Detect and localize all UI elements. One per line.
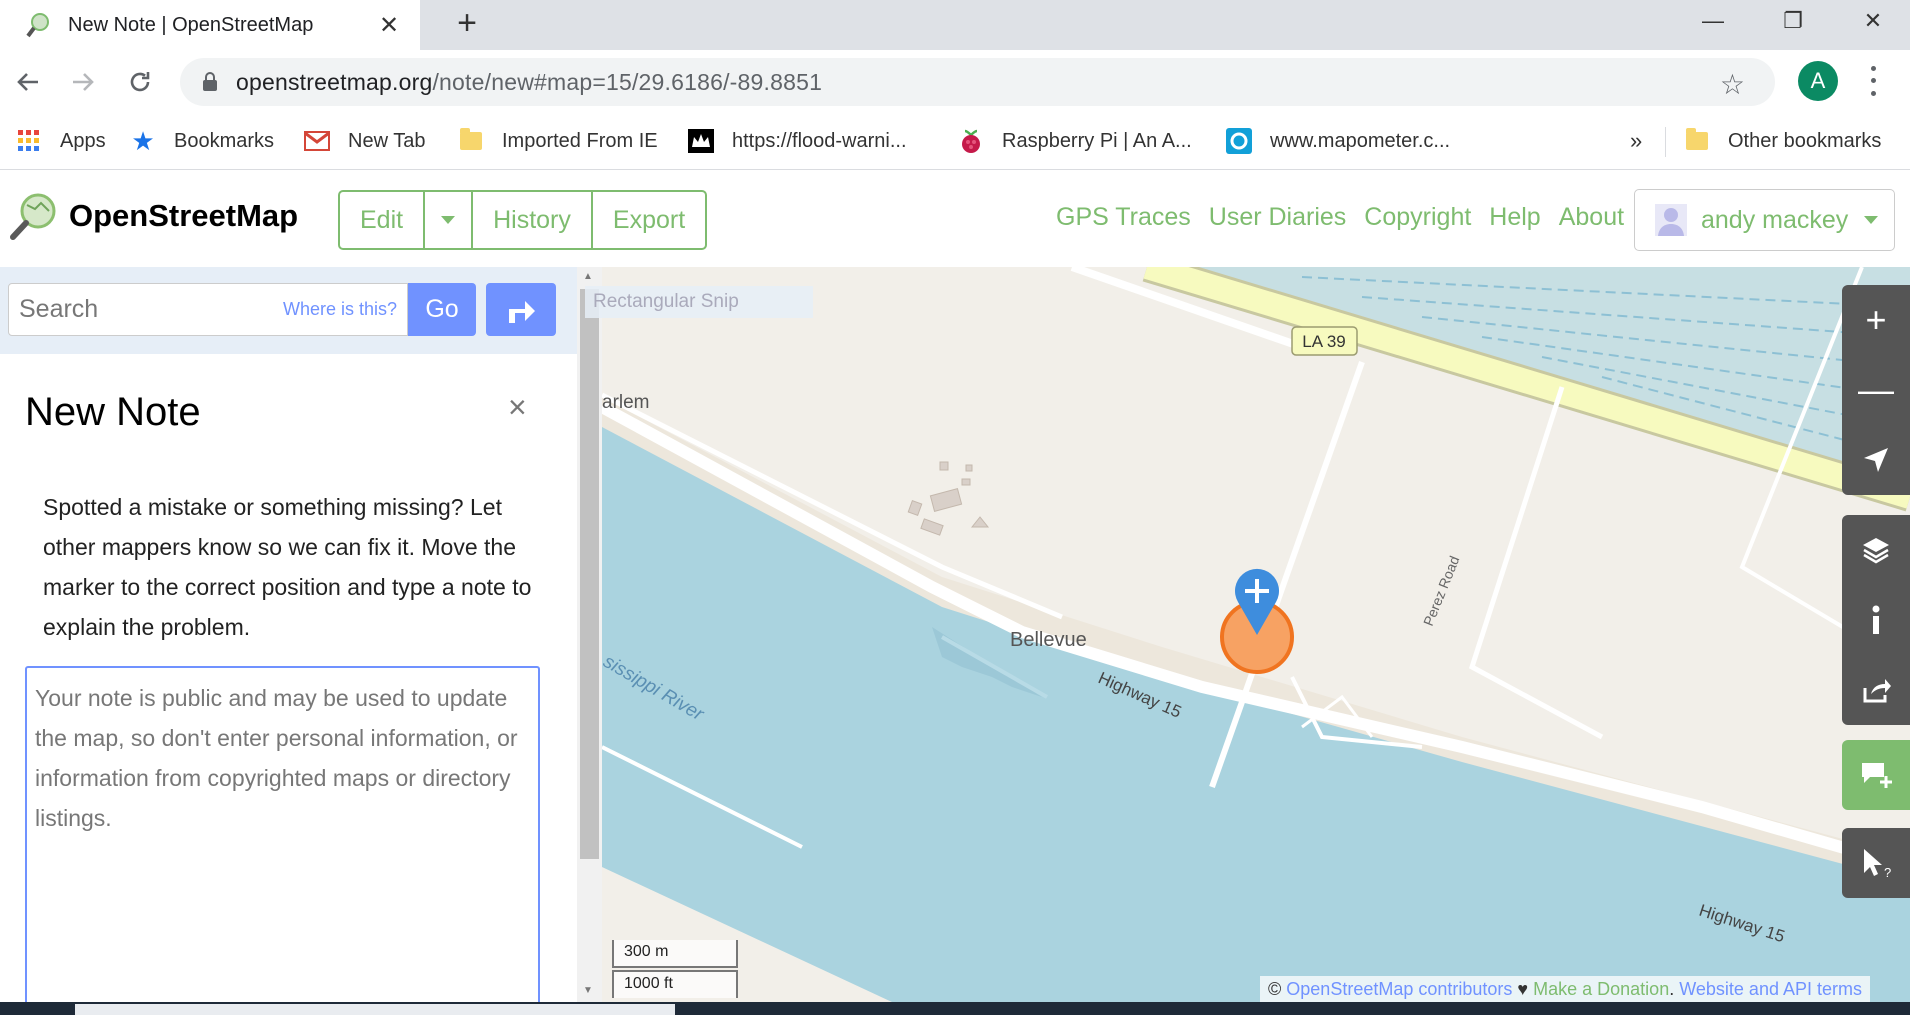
sidebar-scrollbar[interactable]: ▲ ▼ [577, 267, 602, 1002]
sidebar: Search Where is this? Go New Note × Spot… [0, 267, 602, 1006]
map-label-perez-road: Perez Road [1420, 554, 1463, 629]
edit-button[interactable]: Edit [340, 192, 426, 248]
scroll-up-arrow-icon[interactable]: ▲ [583, 271, 593, 282]
where-is-this-link[interactable]: Where is this? [283, 299, 397, 320]
os-taskbar [0, 1002, 1910, 1015]
restore-icon[interactable]: ❐ [1763, 2, 1823, 40]
rectangular-snip-overlay: Rectangular Snip [585, 286, 813, 318]
nav-user-diaries[interactable]: User Diaries [1209, 203, 1347, 232]
show-my-location-icon[interactable] [1842, 425, 1910, 495]
star-icon: ★ [131, 125, 155, 156]
go-button[interactable]: Go [408, 283, 476, 336]
zoom-out-icon[interactable]: — [1842, 355, 1910, 425]
bookmarks-bar: Apps ★ Bookmarks New Tab Imported From I… [0, 113, 1910, 170]
bookmarks-overflow-chevron-icon[interactable]: » [1630, 125, 1642, 157]
bookmark-mapometer[interactable]: www.mapometer.c... [1226, 125, 1450, 157]
export-button[interactable]: Export [593, 192, 705, 248]
directions-arrow-icon [509, 300, 535, 323]
map-key-info-icon[interactable] [1842, 585, 1910, 655]
address-bar[interactable]: openstreetmap.org/note/new#map=15/29.618… [180, 58, 1775, 106]
user-menu-button[interactable]: andy mackey [1634, 189, 1895, 251]
osm-contributors-link[interactable]: OpenStreetMap contributors [1286, 979, 1512, 1000]
nav-about[interactable]: About [1559, 203, 1624, 232]
folder-icon [458, 128, 484, 154]
back-arrow-icon[interactable] [10, 64, 46, 100]
osm-favicon-icon [26, 12, 52, 38]
scroll-down-arrow-icon[interactable]: ▼ [583, 985, 593, 996]
terms-link[interactable]: Website and API terms [1679, 979, 1862, 1000]
user-avatar-icon [1655, 204, 1687, 236]
url-text: openstreetmap.org/note/new#map=15/29.618… [236, 68, 823, 95]
browser-tab-strip: New Note | OpenStreetMap ✕ + — ❐ ✕ [0, 0, 1910, 50]
browser-toolbar: openstreetmap.org/note/new#map=15/29.618… [0, 50, 1910, 113]
edit-button-group: Edit History Export [338, 190, 708, 250]
tab-close-icon[interactable]: ✕ [374, 11, 404, 40]
tab-title: New Note | OpenStreetMap [68, 13, 314, 36]
browser-tab[interactable]: New Note | OpenStreetMap ✕ [0, 0, 420, 50]
browser-menu-icon[interactable] [1858, 62, 1888, 100]
bookmark-apps[interactable]: Apps [16, 125, 106, 157]
close-icon[interactable]: × [508, 389, 527, 426]
note-instructions: Spotted a mistake or something missing? … [43, 494, 532, 640]
edit-dropdown-button[interactable] [425, 192, 474, 248]
raspberry-icon [958, 128, 984, 154]
profile-avatar[interactable]: A [1798, 61, 1838, 101]
svg-text:?: ? [1884, 865, 1891, 879]
nav-gps-traces[interactable]: GPS Traces [1056, 203, 1191, 232]
osm-magnifier-logo-icon [10, 193, 56, 240]
add-note-icon[interactable] [1842, 740, 1910, 810]
gmail-icon [304, 128, 330, 154]
nav-help[interactable]: Help [1489, 203, 1540, 232]
map-label-la39: LA 39 [1302, 332, 1346, 351]
search-bar: Search Where is this? Go [0, 267, 577, 354]
taskbar-item[interactable] [75, 1004, 675, 1015]
bookmarks-divider [1665, 127, 1666, 157]
bookmark-imported-from-ie[interactable]: Imported From IE [458, 125, 658, 157]
bookmark-other-bookmarks[interactable]: Other bookmarks [1684, 125, 1881, 157]
page-title: New Note [25, 390, 201, 434]
new-tab-plus-icon[interactable]: + [447, 4, 487, 43]
lock-icon [202, 72, 218, 92]
map-canvas[interactable]: LA 39 arlem Bellevue Highway 15 Highway … [602, 267, 1910, 1002]
search-input[interactable]: Search Where is this? [8, 283, 408, 336]
nav-copyright[interactable]: Copyright [1364, 203, 1471, 232]
share-icon[interactable] [1842, 655, 1910, 725]
mapometer-icon [1226, 128, 1252, 154]
username: andy mackey [1701, 205, 1849, 234]
history-button[interactable]: History [473, 192, 593, 248]
scale-metric: 300 m [612, 940, 738, 968]
query-features-icon[interactable]: ? [1842, 828, 1910, 898]
map-label-bellevue: Bellevue [1010, 629, 1087, 651]
map-attribution: © OpenStreetMap contributors ♥ Make a Do… [1260, 976, 1870, 1002]
zoom-in-icon[interactable]: + [1842, 285, 1910, 355]
forward-arrow-icon[interactable] [65, 64, 101, 100]
bookmark-star-icon[interactable]: ☆ [1720, 68, 1745, 101]
donate-link[interactable]: Make a Donation [1533, 979, 1669, 1000]
bookmark-raspberry-pi[interactable]: Raspberry Pi | An A... [958, 125, 1192, 157]
caret-down-icon [441, 216, 456, 224]
osm-logo[interactable]: OpenStreetMap [9, 191, 298, 241]
scale-imperial: 1000 ft [612, 970, 738, 998]
minimize-icon[interactable]: — [1683, 2, 1743, 40]
map-label-harlem: arlem [602, 392, 650, 413]
bookmark-bookmarks[interactable]: ★ Bookmarks [130, 125, 274, 157]
osm-brand-name: OpenStreetMap [69, 198, 299, 233]
secondary-nav: GPS Traces User Diaries Copyright Help A… [1056, 203, 1642, 232]
layers-icon[interactable] [1842, 515, 1910, 585]
directions-button[interactable] [486, 283, 556, 336]
scroll-thumb[interactable] [580, 289, 599, 859]
map-tiles: LA 39 arlem Bellevue Highway 15 Highway … [602, 267, 1910, 1002]
note-textarea[interactable]: Your note is public and may be used to u… [25, 666, 540, 1006]
window-close-icon[interactable]: ✕ [1843, 2, 1903, 40]
caret-down-icon [1864, 216, 1879, 224]
reload-icon[interactable] [122, 64, 158, 100]
bookmark-new-tab[interactable]: New Tab [304, 125, 425, 157]
osm-header: OpenStreetMap Edit History Export GPS Tr… [0, 171, 1910, 267]
folder-icon [1684, 128, 1710, 154]
map-scale: 300 m 1000 ft [612, 940, 738, 998]
heart-icon: ♥ [1517, 978, 1529, 999]
apps-grid-icon [16, 128, 42, 154]
crown-icon [688, 128, 714, 154]
bookmark-flood-warning[interactable]: https://flood-warni... [688, 125, 907, 157]
